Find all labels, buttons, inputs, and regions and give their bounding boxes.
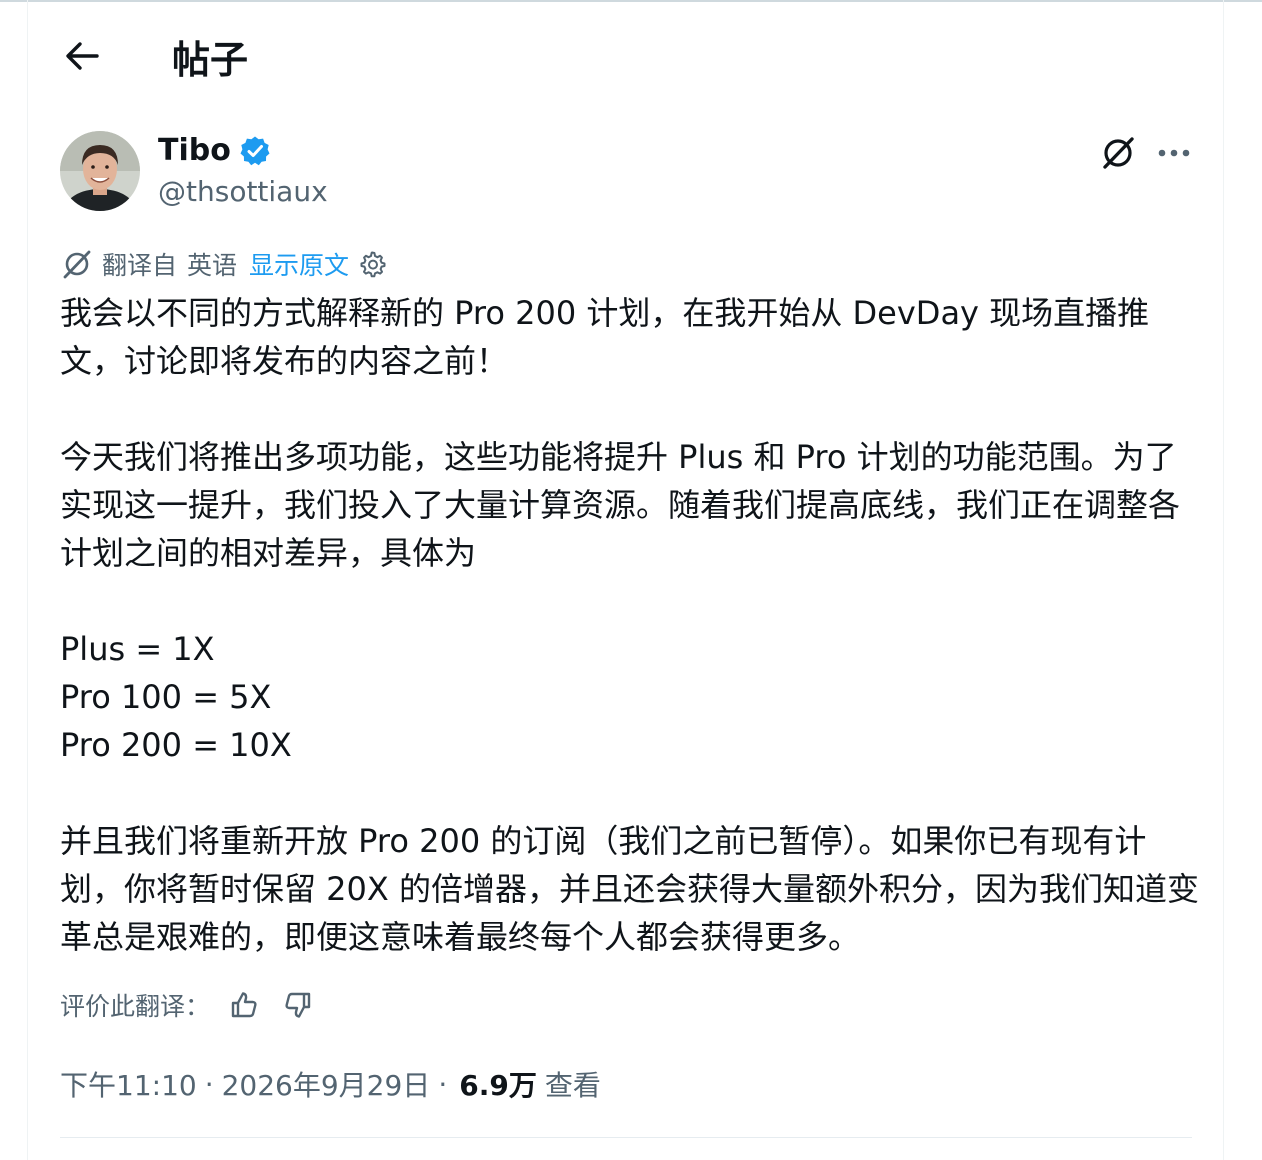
thumbs-down-button[interactable]	[278, 985, 318, 1025]
tweet-date[interactable]: 2026年9月29日	[222, 1064, 431, 1104]
meta-separator: ·	[438, 1067, 448, 1101]
thumbs-up-icon	[231, 992, 257, 1018]
verified-badge-icon	[240, 136, 270, 165]
grok-button[interactable]	[1098, 133, 1138, 173]
tweet-paragraph: 今天我们将推出多项功能，这些功能将提升 Plus 和 Pro 计划的功能范围。为…	[60, 438, 1181, 572]
translation-label: 翻译自	[102, 251, 178, 280]
thumbs-down-icon	[285, 992, 311, 1018]
tweet-meta: 下午11:10 · 2026年9月29日 · 6.9万 查看	[60, 1064, 601, 1104]
translate-icon	[63, 250, 91, 279]
view-count: 6.9万	[459, 1069, 537, 1102]
grok-icon	[1103, 137, 1134, 169]
author-name-row: Tibo	[158, 133, 271, 168]
arrow-left-icon	[66, 42, 99, 70]
view-label: 查看	[544, 1069, 601, 1102]
meta-separator: ·	[204, 1067, 214, 1101]
tweet-paragraph: 并且我们将重新开放 Pro 200 的订阅（我们之前已暂停）。如果你已有现有计划…	[60, 822, 1199, 956]
column-border-left	[27, 0, 28, 1160]
show-original-link[interactable]: 显示原文	[249, 246, 349, 282]
translation-bar: 翻译自 英语 显示原文	[60, 246, 387, 282]
tweet-plan-line: Plus = 1X	[60, 630, 215, 668]
divider	[60, 1137, 1192, 1138]
tweet-time[interactable]: 下午11:10	[60, 1064, 197, 1104]
page-header: 帖子	[60, 28, 248, 84]
translation-settings-button[interactable]	[357, 249, 387, 279]
column-border-right	[1223, 0, 1224, 1160]
more-options-button[interactable]	[1154, 133, 1194, 173]
back-button[interactable]	[60, 34, 104, 78]
more-icon	[1158, 149, 1190, 157]
tweet-plan-line: Pro 100 = 5X	[60, 678, 272, 716]
author-handle[interactable]: @thsottiaux	[158, 175, 328, 208]
tweet-paragraph: 我会以不同的方式解释新的 Pro 200 计划，在我开始从 DevDay 现场直…	[60, 294, 1150, 380]
top-border	[0, 0, 1262, 2]
page-title: 帖子	[172, 37, 249, 82]
thumbs-up-button[interactable]	[224, 985, 264, 1025]
author-name[interactable]: Tibo	[158, 133, 231, 168]
rate-translation-bar: 评价此翻译：	[60, 985, 318, 1025]
translation-language: 英语	[187, 251, 238, 280]
tweet-text: 我会以不同的方式解释新的 Pro 200 计划，在我开始从 DevDay 现场直…	[60, 289, 1200, 961]
gear-icon	[360, 251, 386, 278]
avatar[interactable]	[60, 131, 140, 211]
rate-translation-label: 评价此翻译：	[60, 992, 211, 1021]
avatar-image	[60, 131, 140, 211]
tweet-plan-line: Pro 200 = 10X	[60, 726, 292, 764]
